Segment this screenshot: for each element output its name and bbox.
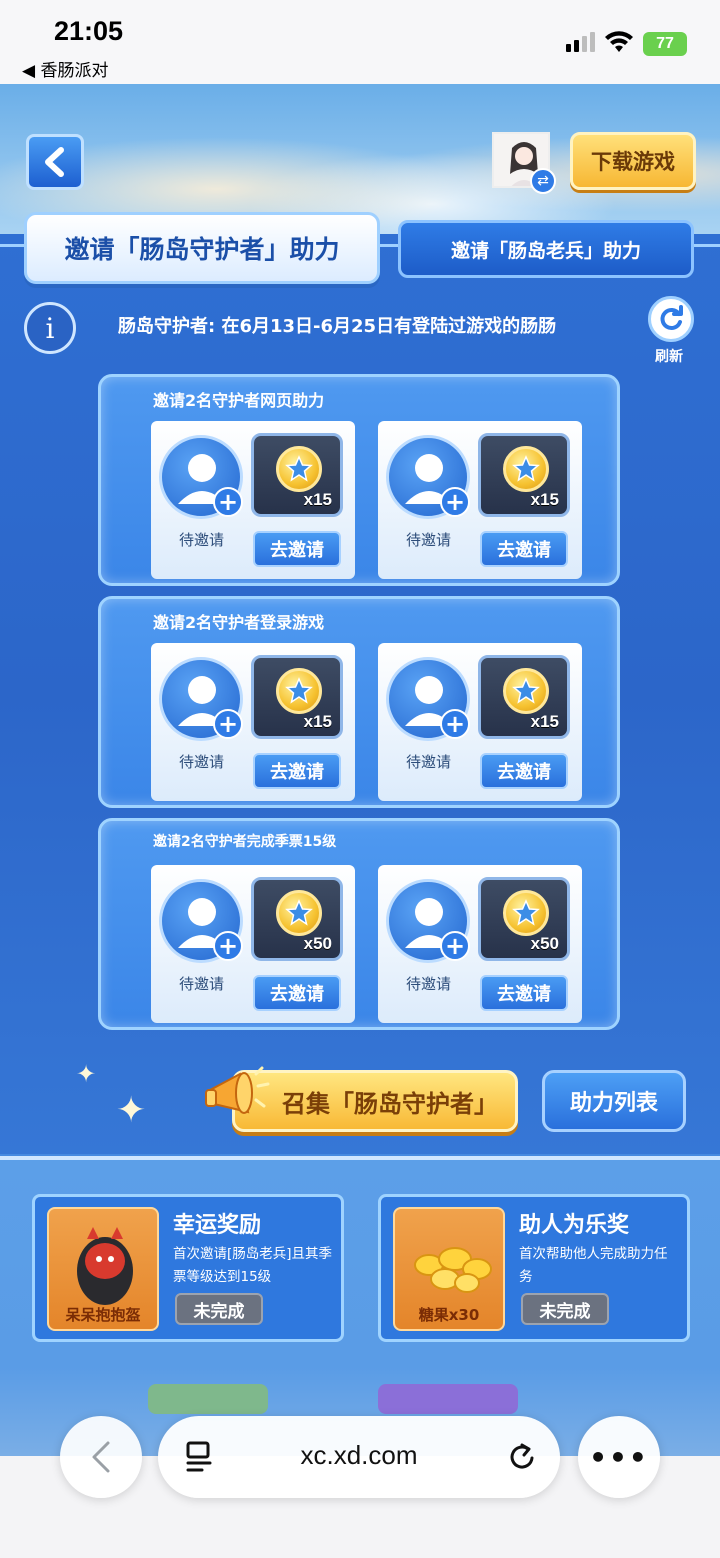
slot-status: 待邀请 — [406, 753, 452, 771]
plus-icon[interactable]: + — [440, 931, 470, 961]
star-coin-icon — [276, 890, 322, 936]
reward-title: 幸运奖励 — [173, 1213, 262, 1238]
reward-item-image: 糖果x30 — [393, 1207, 505, 1331]
slot-status: 待邀请 — [406, 531, 452, 549]
task-card: 邀请2名守护者登录游戏 + 待邀请 x15 去邀请 + 待邀请 x15 去邀请 — [98, 596, 620, 808]
reward-box: x50 — [478, 877, 570, 961]
reward-item-label: 糖果x30 — [418, 1306, 480, 1324]
helper-reward-card: 糖果x30 助人为乐奖 首次帮助他人完成助力任务 未完成 — [378, 1194, 690, 1342]
chevron-left-icon — [92, 1441, 110, 1473]
star-coin-icon — [276, 446, 322, 492]
cellular-signal-icon — [566, 32, 595, 52]
status-time: 21:05 — [54, 16, 124, 46]
refresh-button[interactable] — [648, 296, 694, 342]
game-page: ⇄ 下载游戏 邀请「肠岛守护者」助力 邀请「肠岛老兵」助力 i 肠岛守护者: 在… — [0, 84, 720, 1456]
tab-veteran-invite[interactable]: 邀请「肠岛老兵」助力 — [398, 220, 694, 278]
reward-count: x50 — [530, 934, 559, 953]
plus-icon[interactable]: + — [213, 931, 243, 961]
invite-slot: + 待邀请 x15 去邀请 — [151, 421, 355, 579]
lucky-reward-card: 呆呆抱抱盔 幸运奖励 首次邀请[肠岛老兵]且其季票等级达到15级 未完成 — [32, 1194, 344, 1342]
go-invite-button[interactable]: 去邀请 — [480, 753, 568, 789]
plus-icon[interactable]: + — [213, 487, 243, 517]
back-button[interactable] — [26, 134, 84, 190]
reward-box: x15 — [478, 433, 570, 517]
go-invite-button[interactable]: 去邀请 — [480, 975, 568, 1011]
hidden-tab-hint — [148, 1384, 268, 1414]
invite-slot: + 待邀请 x15 去邀请 — [378, 643, 582, 801]
go-invite-button[interactable]: 去邀请 — [253, 975, 341, 1011]
invite-slot: + 待邀请 x15 去邀请 — [378, 421, 582, 579]
download-game-button[interactable]: 下载游戏 — [570, 132, 696, 190]
plus-icon[interactable]: + — [440, 487, 470, 517]
reward-title: 助人为乐奖 — [519, 1213, 630, 1238]
reward-box: x15 — [251, 433, 343, 517]
slot-status: 待邀请 — [179, 531, 225, 549]
go-invite-button[interactable]: 去邀请 — [480, 531, 568, 567]
star-coin-icon — [503, 668, 549, 714]
go-invite-button[interactable]: 去邀请 — [253, 753, 341, 789]
star-coin-icon — [503, 446, 549, 492]
reward-count: x15 — [530, 490, 559, 509]
sparkle-icon: ✦ — [76, 1060, 97, 1088]
reward-box: x15 — [478, 655, 570, 739]
url-text[interactable]: xc.xd.com — [158, 1440, 560, 1471]
refresh-icon — [660, 305, 683, 330]
more-options-button[interactable]: ••• — [578, 1416, 660, 1498]
invite-slot: + 待邀请 x15 去邀请 — [151, 643, 355, 801]
task-title: 邀请2名守护者网页助力 — [153, 391, 325, 410]
hidden-tab-hint — [378, 1384, 518, 1414]
reward-description: 首次帮助他人完成助力任务 — [519, 1246, 668, 1285]
sparkle-icon: ✦ — [116, 1090, 147, 1131]
slot-status: 待邀请 — [179, 753, 225, 771]
status-bar: 21:05 ◀ 香肠派对 77 — [0, 0, 720, 84]
refresh-label: 刷新 — [655, 349, 683, 365]
plus-icon[interactable]: + — [440, 709, 470, 739]
reward-status-badge: 未完成 — [175, 1293, 263, 1325]
reward-status-badge: 未完成 — [521, 1293, 609, 1325]
reward-box: x15 — [251, 655, 343, 739]
star-coin-icon — [276, 668, 322, 714]
address-bar[interactable]: xc.xd.com — [158, 1416, 560, 1498]
plus-icon[interactable]: + — [213, 709, 243, 739]
guardian-description: 肠岛守护者: 在6月13日-6月25日有登陆过游戏的肠肠 — [118, 316, 557, 337]
info-icon[interactable]: i — [24, 302, 76, 354]
reward-item-image: 呆呆抱抱盔 — [47, 1207, 159, 1331]
megaphone-icon — [200, 1060, 272, 1132]
task-title: 邀请2名守护者完成季票15级 — [153, 834, 337, 850]
assist-list-button[interactable]: 助力列表 — [542, 1070, 686, 1132]
gather-guardians-button[interactable]: 召集「肠岛守护者」 — [232, 1070, 518, 1132]
task-card: 邀请2名守护者完成季票15级 + 待邀请 x50 去邀请 + 待邀请 x50 去… — [98, 818, 620, 1030]
reward-count: x50 — [303, 934, 332, 953]
slot-status: 待邀请 — [179, 975, 225, 993]
wifi-icon — [604, 30, 634, 58]
reward-item-label: 呆呆抱抱盔 — [65, 1306, 141, 1324]
invite-slot: + 待邀请 x50 去邀请 — [378, 865, 582, 1023]
reload-icon[interactable] — [508, 1442, 538, 1476]
tab-guardian-invite[interactable]: 邀请「肠岛守护者」助力 — [24, 212, 380, 284]
task-title: 邀请2名守护者登录游戏 — [153, 613, 325, 632]
star-coin-icon — [503, 890, 549, 936]
invite-slot: + 待邀请 x50 去邀请 — [151, 865, 355, 1023]
slot-status: 待邀请 — [406, 975, 452, 993]
reward-count: x15 — [303, 712, 332, 731]
task-card: 邀请2名守护者网页助力 + 待邀请 x15 去邀请 + 待邀请 x15 去邀请 — [98, 374, 620, 586]
browser-back-button[interactable] — [60, 1416, 142, 1498]
reward-count: x15 — [303, 490, 332, 509]
reward-box: x50 — [251, 877, 343, 961]
switch-account-icon[interactable]: ⇄ — [530, 168, 556, 194]
reward-description: 首次邀请[肠岛老兵]且其季票等级达到15级 — [173, 1246, 333, 1285]
reward-count: x15 — [530, 712, 559, 731]
back-to-app-link[interactable]: ◀ 香肠派对 — [22, 56, 108, 81]
go-invite-button[interactable]: 去邀请 — [253, 531, 341, 567]
battery-indicator: 77 — [643, 32, 687, 56]
chevron-left-icon — [45, 147, 64, 177]
